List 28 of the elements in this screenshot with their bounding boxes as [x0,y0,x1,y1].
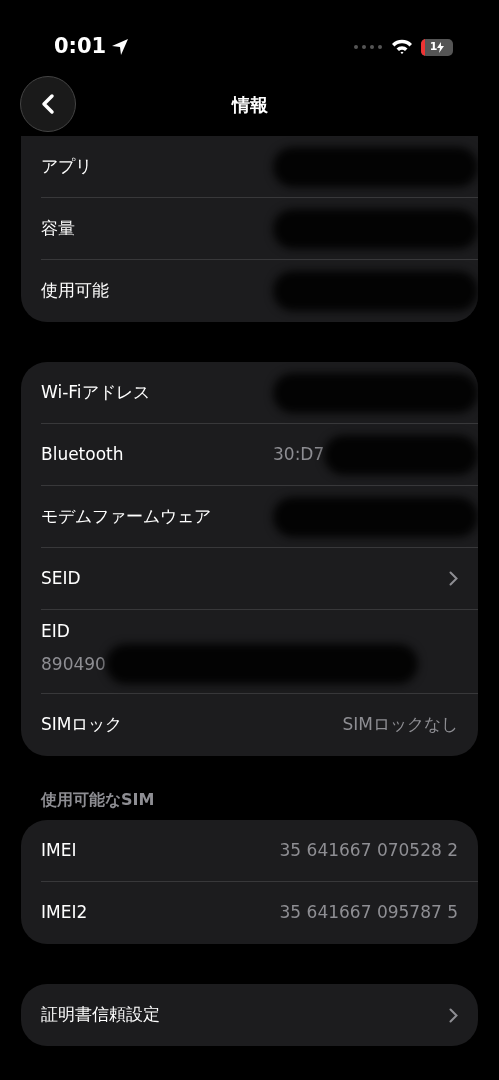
settings-row[interactable]: 証明書信頼設定 [41,984,478,1046]
row-label: IMEI2 [41,901,88,925]
row-label: 容量 [41,216,75,240]
row-value: 30:D7 [273,442,325,466]
clock-time: 0:01 [54,33,107,61]
row-value: 35 641667 095787 5 [279,901,458,925]
page-title: 情報 [231,92,268,117]
row-label: モデムファームウェア [41,504,211,528]
back-button[interactable] [20,76,76,132]
wifi-icon [391,39,413,55]
chevron-icon [449,1007,458,1023]
row-value: 35 641667 070528 2 [279,838,458,862]
row-label: 使用可能 [41,279,109,303]
section-header: 使用可能なSIM [41,789,156,811]
row-label: Wi-Fiアドレス [41,380,150,404]
settings-row[interactable]: SEID [41,548,478,610]
row-label: Bluetooth [41,442,124,466]
chevron-icon [449,571,458,586]
row-label: IMEI [41,838,77,862]
row-label: アプリ [41,154,92,178]
battery-icon: 1 [421,38,453,56]
signal-dots-icon [353,44,383,50]
row-value: SIMロックなし [342,713,458,737]
back-chevron-icon [40,93,56,115]
row-label: EID [41,619,71,643]
location-arrow-icon [110,37,131,57]
row-value: 890490 [41,652,106,676]
row-label: SIMロック [41,713,123,737]
